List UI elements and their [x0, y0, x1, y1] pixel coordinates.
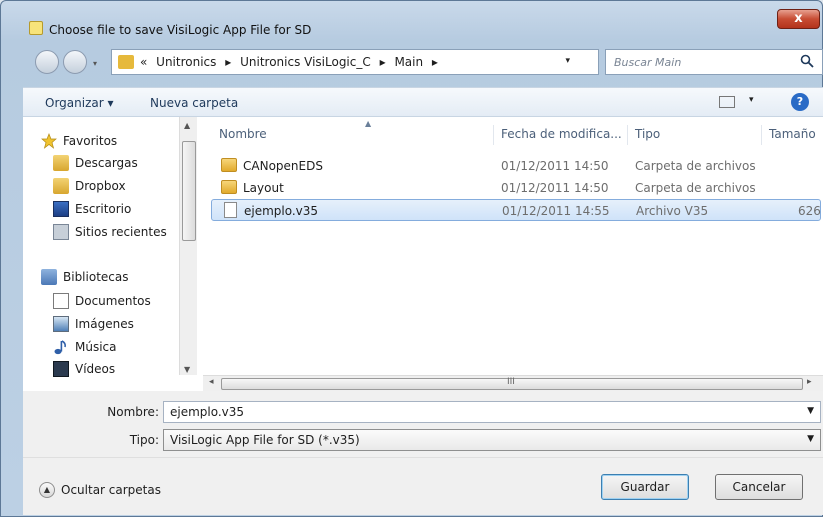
file-name: ejemplo.v35 [244, 204, 319, 218]
file-type: Carpeta de archivos [635, 181, 756, 195]
scroll-up-icon[interactable]: ▲ [184, 121, 190, 130]
videos-icon [53, 361, 69, 377]
pictures-icon [53, 316, 69, 332]
save-button[interactable]: Guardar [601, 474, 689, 500]
search-icon[interactable] [800, 54, 814, 68]
folder-icon [221, 158, 237, 172]
window-title: Choose file to save VisiLogic App File f… [49, 23, 312, 37]
star-icon [41, 133, 57, 149]
forward-button[interactable] [63, 50, 87, 74]
filetype-label: Tipo: [129, 433, 159, 447]
file-name: Layout [243, 181, 284, 195]
scroll-left-icon[interactable]: ◂ [209, 377, 214, 387]
chevron-down-icon[interactable]: ▼ [807, 434, 814, 444]
downloads-icon [53, 155, 69, 171]
file-name: CANopenEDS [243, 159, 323, 173]
sidebar-libraries[interactable]: Bibliotecas [41, 269, 128, 289]
sidebar-item-pictures[interactable]: Imágenes [53, 316, 134, 336]
horizontal-scrollbar[interactable]: ◂ III ▸ [203, 375, 823, 391]
save-file-dialog: Choose file to save VisiLogic App File f… [0, 0, 823, 517]
scroll-thumb[interactable] [182, 141, 196, 241]
filetype-select[interactable]: VisiLogic App File for SD (*.v35) ▼ [163, 429, 821, 451]
scroll-right-icon[interactable]: ▸ [807, 377, 812, 387]
breadcrumb-separator[interactable]: ▸ [225, 55, 231, 69]
file-date: 01/12/2011 14:55 [502, 204, 610, 218]
view-dropdown-icon[interactable]: ▾ [749, 95, 754, 105]
help-icon[interactable]: ? [791, 93, 809, 111]
column-header-name[interactable]: Nombre [219, 127, 267, 141]
dialog-footer: ▲ Ocultar carpetas Guardar Cancelar [23, 457, 823, 515]
breadcrumb-separator[interactable]: ▸ [432, 55, 438, 69]
title-bar[interactable]: Choose file to save VisiLogic App File f… [1, 1, 822, 37]
file-date: 01/12/2011 14:50 [501, 181, 609, 195]
desktop-icon [53, 201, 69, 217]
sidebar-item-downloads[interactable]: Descargas [53, 155, 138, 175]
column-header-date[interactable]: Fecha de modifica... [501, 127, 622, 141]
column-divider[interactable] [761, 125, 762, 145]
new-folder-button[interactable]: Nueva carpeta [150, 96, 238, 110]
command-toolbar: Organizar ▾ Nueva carpeta ▾ ? [23, 87, 823, 117]
app-icon [29, 21, 43, 35]
folder-icon [118, 55, 134, 69]
address-bar[interactable]: « Unitronics ▸ Unitronics VisiLogic_C ▸ … [111, 49, 678, 75]
column-divider[interactable] [627, 125, 628, 145]
close-button[interactable]: x [777, 9, 820, 29]
breadcrumb-overflow[interactable]: « [140, 55, 147, 69]
view-options-icon[interactable] [719, 96, 735, 108]
documents-icon [53, 293, 69, 309]
file-list: Nombre ▲ Fecha de modifica... Tipo Tamañ… [203, 117, 823, 375]
filename-value: ejemplo.v35 [170, 405, 245, 419]
sidebar-favorites[interactable]: Favoritos [41, 133, 117, 153]
file-date: 01/12/2011 14:50 [501, 159, 609, 173]
organize-button[interactable]: Organizar ▾ [45, 96, 114, 110]
sidebar-item-music[interactable]: Música [53, 339, 117, 359]
breadcrumb-separator[interactable]: ▸ [380, 55, 386, 69]
file-type: Carpeta de archivos [635, 159, 756, 173]
libraries-icon [41, 269, 57, 285]
column-header-size[interactable]: Tamaño [769, 127, 816, 141]
file-type: Archivo V35 [636, 204, 709, 218]
file-row-layout[interactable]: Layout 01/12/2011 14:50 Carpeta de archi… [211, 177, 821, 199]
search-box[interactable]: Buscar Main [605, 49, 823, 75]
sidebar-item-desktop[interactable]: Escritorio [53, 201, 131, 221]
file-row-ejemplo[interactable]: ejemplo.v35 01/12/2011 14:55 Archivo V35… [211, 199, 821, 221]
dropbox-icon [53, 178, 69, 194]
file-icon [224, 202, 237, 218]
sort-ascending-icon: ▲ [365, 119, 372, 128]
scroll-down-icon[interactable]: ▼ [184, 365, 190, 374]
navigation-bar: ▾ « Unitronics ▸ Unitronics VisiLogic_C … [23, 45, 823, 79]
filename-input[interactable]: ejemplo.v35 ▼ [163, 401, 821, 423]
music-icon [53, 339, 69, 355]
hide-folders-button[interactable]: ▲ Ocultar carpetas [39, 482, 161, 498]
navigation-scrollbar[interactable]: ▲ ▼ [179, 117, 197, 375]
chevron-down-icon[interactable]: ▼ [807, 406, 814, 416]
file-size: 626 [798, 204, 821, 218]
breadcrumb-visilogic[interactable]: Unitronics VisiLogic_C [240, 55, 371, 69]
address-dropdown-icon[interactable]: ▾ [565, 56, 570, 66]
sidebar-item-dropbox[interactable]: Dropbox [53, 178, 126, 198]
sidebar-item-recent[interactable]: Sitios recientes [53, 224, 167, 244]
sidebar-item-videos[interactable]: Vídeos [53, 361, 115, 381]
navigation-pane: Favoritos Descargas Dropbox Escritorio S… [23, 117, 203, 377]
cancel-button[interactable]: Cancelar [715, 474, 803, 500]
scroll-thumb[interactable]: III [221, 377, 803, 390]
column-divider[interactable] [493, 125, 494, 145]
recent-places-icon [53, 224, 69, 240]
breadcrumb: « Unitronics ▸ Unitronics VisiLogic_C ▸ … [140, 55, 443, 69]
breadcrumb-unitronics[interactable]: Unitronics [156, 55, 216, 69]
collapse-icon: ▲ [39, 482, 55, 498]
back-button[interactable] [35, 50, 59, 74]
column-header-type[interactable]: Tipo [635, 127, 660, 141]
grip-icon: III [507, 377, 515, 387]
breadcrumb-main[interactable]: Main [394, 55, 423, 69]
save-form: Nombre: ejemplo.v35 ▼ Tipo: VisiLogic Ap… [23, 391, 823, 457]
history-dropdown-icon[interactable]: ▾ [93, 59, 97, 68]
sidebar-item-documents[interactable]: Documentos [53, 293, 151, 313]
file-row-canopeneds[interactable]: CANopenEDS 01/12/2011 14:50 Carpeta de a… [211, 155, 821, 177]
filetype-value: VisiLogic App File for SD (*.v35) [170, 433, 360, 447]
filename-label: Nombre: [107, 405, 159, 419]
browser-area: Favoritos Descargas Dropbox Escritorio S… [23, 117, 823, 391]
folder-icon [221, 180, 237, 194]
search-input[interactable]: Buscar Main [614, 56, 681, 69]
